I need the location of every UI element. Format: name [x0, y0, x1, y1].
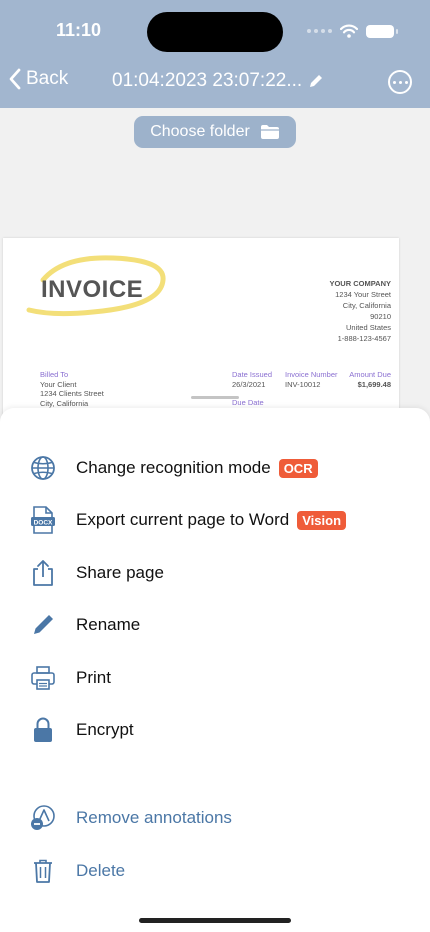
company-zip: 90210 [370, 312, 391, 321]
status-time: 11:10 [56, 20, 102, 40]
change-recognition-mode-item[interactable]: Change recognition mode OCR [0, 446, 430, 490]
company-block: YOUR COMPANY 1234 Your Street City, Cali… [329, 278, 391, 344]
amount-due-column: Amount Due $1,699.48 [349, 370, 391, 389]
billed-to-label: Billed To [40, 370, 69, 379]
more-options-button[interactable] [388, 70, 412, 94]
lock-icon [28, 715, 58, 745]
docx-icon: DOCX [28, 505, 58, 535]
date-column: Date Issued 26/3/2021 Due Date [232, 370, 272, 408]
trash-icon [28, 856, 58, 886]
share-icon [28, 558, 58, 588]
printer-icon [28, 663, 58, 693]
choose-folder-label: Choose folder [150, 123, 250, 140]
rename-label: Rename [76, 615, 141, 634]
top-bar: 11:10 Back 01:04:2023 23:07:22... [0, 0, 430, 108]
status-icons [307, 24, 398, 38]
share-page-label: Share page [76, 563, 164, 582]
company-city: City, California [342, 301, 391, 310]
dynamic-island [147, 12, 283, 52]
due-date-label: Due Date [232, 398, 264, 407]
invoice-heading: INVOICE [41, 276, 144, 303]
home-indicator [139, 918, 291, 923]
date-issued-label: Date Issued [232, 370, 273, 379]
document-preview-area: Choose folder INVOICE YOUR COMPANY 1234 … [0, 108, 430, 438]
action-sheet: Change recognition mode OCR DOCX Export … [0, 408, 430, 932]
invoice-number-label: Invoice Number [285, 370, 338, 379]
invoice-number-column: Invoice Number INV-10012 [285, 370, 338, 389]
client-street: 1234 Clients Street [40, 389, 104, 398]
export-to-word-label: Export current page to Word [76, 510, 290, 529]
invoice-number-value: INV-10012 [285, 379, 321, 389]
ocr-badge: OCR [278, 458, 318, 478]
globe-icon [28, 453, 58, 483]
page-scroll-indicator [191, 396, 239, 399]
client-name: Your Client [40, 379, 77, 389]
remove-annotations-item[interactable]: Remove annotations [0, 796, 430, 840]
encrypt-label: Encrypt [76, 720, 134, 739]
company-name: YOUR COMPANY [329, 279, 391, 288]
amount-due-value: $1,699.48 [357, 379, 391, 389]
pencil-icon [28, 610, 58, 640]
remove-annotations-label: Remove annotations [76, 808, 232, 827]
svg-text:DOCX: DOCX [34, 519, 53, 526]
document-title[interactable]: 01:04:2023 23:07:22... [112, 70, 324, 92]
back-label: Back [26, 68, 69, 89]
battery-icon [366, 24, 398, 38]
remove-annotation-icon [28, 803, 58, 833]
amount-due-label: Amount Due [349, 370, 391, 379]
client-city: City, California [40, 398, 89, 408]
company-country: United States [345, 323, 391, 332]
cellular-signal-icon [307, 29, 332, 33]
print-label: Print [76, 668, 111, 687]
print-item[interactable]: Print [0, 656, 430, 700]
share-page-item[interactable]: Share page [0, 551, 430, 595]
rename-item[interactable]: Rename [0, 603, 430, 647]
encrypt-item[interactable]: Encrypt [0, 708, 430, 752]
delete-label: Delete [76, 861, 126, 880]
export-to-word-item[interactable]: DOCX Export current page to Word Vision [0, 498, 430, 542]
company-phone: 1-888-123-4567 [337, 334, 391, 343]
billed-to-block: Billed To Your Client 1234 Clients Stree… [40, 370, 104, 408]
date-issued-value: 26/3/2021 [232, 379, 266, 389]
pencil-icon [310, 75, 323, 87]
delete-item[interactable]: Delete [0, 849, 430, 893]
chevron-left-icon [9, 68, 21, 90]
change-recognition-mode-label: Change recognition mode [76, 458, 271, 477]
document-title-text: 01:04:2023 23:07:22... [112, 70, 303, 91]
wifi-icon [340, 24, 358, 38]
back-button[interactable]: Back [8, 68, 68, 90]
company-street: 1234 Your Street [335, 290, 391, 299]
choose-folder-button[interactable]: Choose folder [134, 116, 296, 148]
vision-badge: Vision [297, 510, 347, 530]
folder-icon [260, 125, 279, 139]
